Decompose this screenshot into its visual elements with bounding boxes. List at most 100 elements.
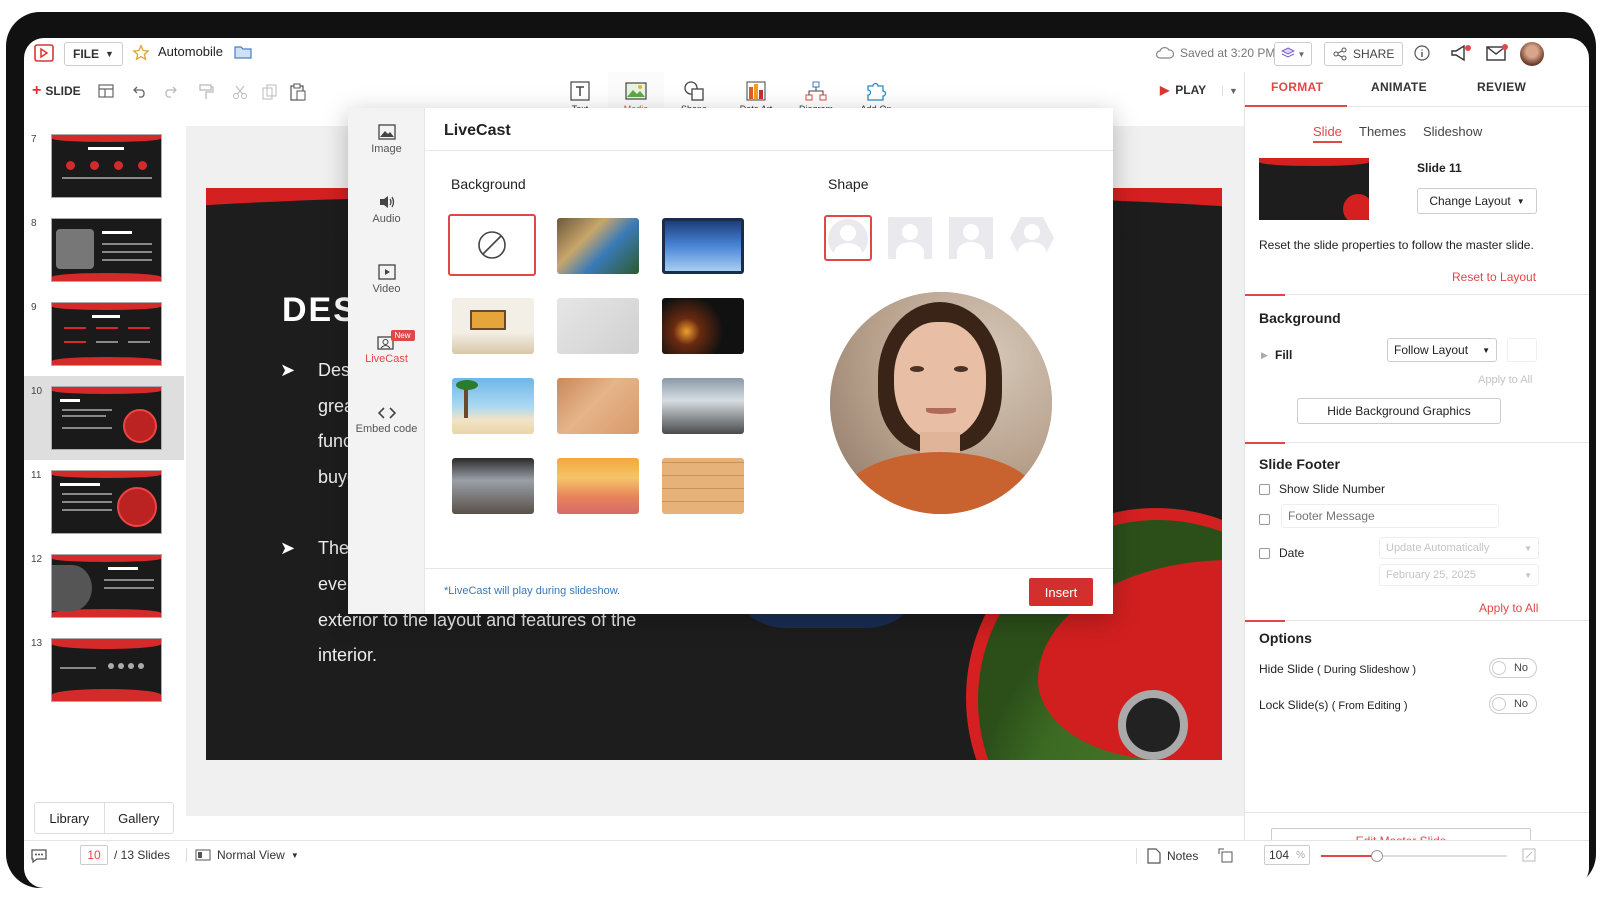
background-sunset-tile[interactable] [557,458,639,514]
tab-animate[interactable]: ANIMATE [1371,80,1427,94]
background-brick-tile[interactable] [662,458,744,514]
toggle-state: No [1513,698,1528,710]
hide-background-graphics-button[interactable]: Hide Background Graphics [1297,398,1501,424]
file-menu-button[interactable]: FILE ▼ [64,42,123,66]
shape-rounded-square-tile[interactable] [888,217,932,259]
background-beach-tile[interactable] [452,378,534,434]
fullscreen-icon[interactable] [1522,848,1536,862]
subtab-slideshow[interactable]: Slideshow [1423,124,1482,139]
background-cafe-tile[interactable] [557,218,639,274]
slide-thumbnail[interactable] [51,554,162,618]
slide-thumbnail[interactable] [51,134,162,198]
cut-icon[interactable] [232,84,248,100]
footer-message-checkbox[interactable] [1259,514,1270,525]
date-checkbox[interactable] [1259,548,1270,559]
format-painter-icon[interactable] [198,84,214,100]
insert-button[interactable]: Insert [1029,578,1093,606]
copy-icon[interactable] [262,84,278,100]
slide-text-line[interactable]: Des [318,360,350,381]
apply-to-all-link[interactable]: Apply to All [1479,601,1538,615]
subtab-themes[interactable]: Themes [1359,124,1406,139]
slide-thumbnail[interactable] [51,638,162,702]
video-icon [377,264,396,280]
change-layout-label: Change Layout [1429,194,1511,208]
background-room-tile[interactable] [452,298,534,354]
shape-hexagon-tile[interactable] [1010,217,1054,259]
slide-thumbnail[interactable] [51,470,162,534]
caret-right-icon[interactable]: ▶ [1261,350,1268,361]
background-sand-tile[interactable] [557,378,639,434]
plus-icon: + [32,82,42,99]
folder-icon[interactable] [234,45,252,59]
app-window: FILE ▼ Automobile Saved at 3:20 PM ▼ SHA… [24,38,1589,888]
gallery-tab[interactable]: Gallery [105,803,174,833]
info-icon[interactable] [1414,45,1430,61]
background-workspace-tile[interactable] [452,458,534,514]
paste-icon[interactable] [290,83,306,101]
view-mode-dropdown[interactable]: Normal View ▼ [186,848,299,862]
fill-color-swatch[interactable] [1507,338,1537,362]
background-bokeh-tile[interactable] [662,298,744,354]
zoom-slider-handle[interactable] [1370,850,1383,862]
chevron-down-icon: ▼ [290,850,299,860]
slide-thumbnail[interactable] [51,218,162,282]
mail-icon[interactable] [1486,44,1508,62]
fill-dropdown[interactable]: Follow Layout ▼ [1387,338,1497,362]
background-window-tile[interactable] [662,218,744,274]
current-slide-input[interactable] [80,845,108,865]
media-audio-tab[interactable]: Audio [348,194,425,225]
announcement-icon[interactable] [1450,44,1472,62]
thumb-number: 7 [31,134,37,145]
notes-button[interactable]: Notes [1136,848,1198,864]
view-mode-label: Normal View [217,848,285,862]
shape-circle-tile[interactable] [824,215,872,261]
zoom-slider[interactable] [1321,850,1507,862]
slide-text-line[interactable]: interior. [318,645,377,666]
slide-text-line[interactable]: The [318,538,349,559]
change-layout-dropdown[interactable]: Change Layout ▼ [1417,188,1537,214]
layers-dropdown[interactable]: ▼ [1274,42,1312,66]
media-video-tab[interactable]: Video [348,264,425,295]
hide-slide-toggle[interactable]: No [1489,658,1537,678]
slide-thumbnail[interactable] [51,302,162,366]
layout-icon[interactable] [98,84,114,98]
undo-icon[interactable] [132,84,148,98]
media-image-tab[interactable]: Image [348,124,425,155]
library-tab[interactable]: Library [35,803,105,833]
user-avatar[interactable] [1520,42,1544,66]
background-office-tile[interactable] [662,378,744,434]
shape-icon [684,81,704,101]
presentation-title[interactable]: Automobile [158,44,223,59]
slide-thumbnail-selected[interactable] [51,386,162,450]
background-none-tile[interactable] [448,214,536,276]
lock-slide-toggle[interactable]: No [1489,694,1537,714]
chat-icon[interactable] [30,848,48,864]
play-options-chevron-icon[interactable]: ▼ [1222,86,1238,96]
date-mode-dropdown[interactable]: Update Automatically ▼ [1379,537,1539,559]
media-livecast-tab[interactable]: New LiveCast [348,330,425,365]
livecast-note: *LiveCast will play during slideshow. [444,585,621,597]
show-slide-number-checkbox[interactable] [1259,484,1270,495]
play-button[interactable]: ▶ PLAY [1160,83,1206,97]
redo-icon[interactable] [162,84,178,98]
tab-format[interactable]: FORMAT [1271,80,1323,94]
apply-to-all-link-disabled[interactable]: Apply to All [1478,374,1532,386]
app-logo-icon[interactable] [34,44,54,62]
options-heading: Options [1259,630,1312,646]
zoom-field[interactable]: 104 % [1264,845,1310,865]
background-texture-tile[interactable] [557,298,639,354]
shape-square-tile[interactable] [949,217,993,259]
subtab-slide[interactable]: Slide [1313,124,1342,143]
date-format-dropdown[interactable]: February 25, 2025 ▼ [1379,564,1539,586]
fit-slide-icon[interactable] [1218,848,1234,864]
reset-to-layout-link[interactable]: Reset to Layout [1452,270,1536,284]
share-button[interactable]: SHARE [1324,42,1404,66]
media-embed-code-tab[interactable]: Embed code [348,406,425,435]
add-slide-button[interactable]: + SLIDE [32,82,81,100]
chevron-down-icon: ▼ [1524,543,1532,553]
star-icon[interactable] [132,44,150,62]
footer-message-input[interactable] [1281,504,1499,528]
tab-review[interactable]: REVIEW [1477,80,1526,94]
chevron-down-icon: ▼ [1516,196,1525,206]
slide-text-line[interactable]: func [318,431,352,452]
